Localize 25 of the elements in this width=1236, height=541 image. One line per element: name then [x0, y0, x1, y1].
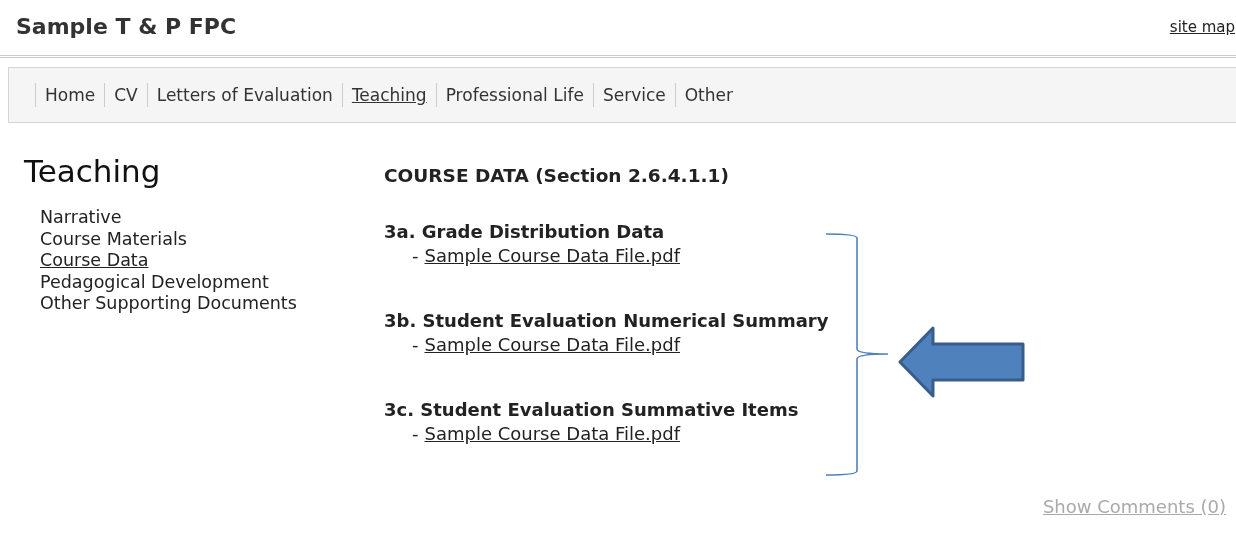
site-map-link[interactable]: site map — [1169, 17, 1235, 36]
item-title: 3b. Student Evaluation Numerical Summary — [384, 309, 829, 333]
nav-link[interactable]: Other — [674, 83, 742, 107]
dash-text: - — [412, 244, 419, 268]
nav-link[interactable]: Home — [35, 83, 105, 107]
content-heading: COURSE DATA (Section 2.6.4.1.1) — [384, 164, 730, 188]
sidebar-link[interactable]: Narrative — [40, 207, 122, 229]
nav-link[interactable]: Teaching — [341, 83, 436, 107]
nav-link[interactable]: CV — [104, 83, 147, 107]
site-title: Sample T & P FPC — [16, 14, 237, 39]
sidebar-link[interactable]: Other Supporting Documents — [40, 293, 297, 315]
item-title: 3a. Grade Distribution Data — [384, 220, 665, 244]
dash-text: - — [412, 422, 419, 446]
section-heading: Teaching — [24, 152, 162, 190]
file-link[interactable]: Sample Course Data File.pdf — [424, 422, 680, 446]
dash-text: - — [412, 333, 419, 357]
nav-link[interactable]: Professional Life — [435, 83, 593, 107]
nav-link[interactable]: Letters of Evaluation — [146, 83, 342, 107]
sidebar-link[interactable]: Course Materials — [40, 228, 187, 250]
file-link[interactable]: Sample Course Data File.pdf — [424, 244, 680, 268]
nav-link[interactable]: Service — [592, 83, 675, 107]
sidebar-link[interactable]: Course Data — [40, 250, 149, 272]
file-link[interactable]: Sample Course Data File.pdf — [424, 333, 680, 357]
item-title: 3c. Student Evaluation Summative Items — [384, 398, 799, 422]
sidebar-link[interactable]: Pedagogical Development — [40, 271, 269, 293]
